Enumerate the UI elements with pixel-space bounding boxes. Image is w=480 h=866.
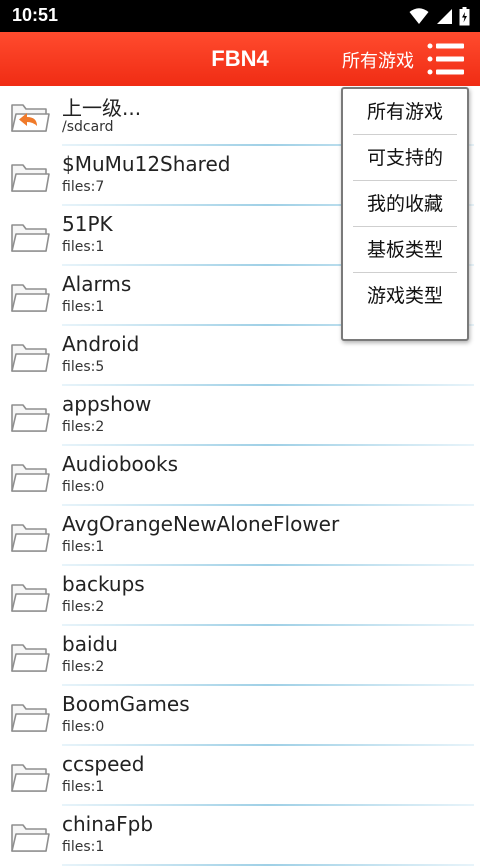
folder-name: backups bbox=[62, 572, 145, 596]
folder-icon bbox=[10, 398, 50, 434]
folder-up-icon bbox=[10, 98, 50, 134]
status-bar: 10:51 bbox=[0, 0, 480, 32]
folder-name: 上一级... bbox=[62, 96, 142, 120]
folder-name: $MuMu12Shared bbox=[62, 152, 231, 176]
filter-dropdown-menu: 所有游戏可支持的我的收藏基板类型游戏类型 bbox=[341, 87, 469, 341]
menu-item-1[interactable]: 所有游戏 bbox=[343, 89, 467, 135]
folder-name: baidu bbox=[62, 632, 118, 656]
menu-item-5[interactable]: 游戏类型 bbox=[343, 273, 467, 319]
folder-icon bbox=[10, 758, 50, 794]
folder-file-count: files:1 bbox=[62, 779, 105, 795]
menu-icon[interactable] bbox=[426, 41, 466, 77]
folder-name: Audiobooks bbox=[62, 452, 179, 476]
folder-file-count: files:2 bbox=[62, 599, 105, 615]
folder-icon bbox=[10, 818, 50, 854]
menu-item-label: 我的收藏 bbox=[366, 193, 443, 215]
folder-icon bbox=[10, 578, 50, 614]
folder-icon bbox=[10, 218, 50, 254]
menu-item-label: 游戏类型 bbox=[366, 285, 443, 307]
folder-name: AvgOrangeNewAloneFlower bbox=[62, 512, 340, 536]
folder-name: 51PK bbox=[62, 212, 113, 236]
folder-name: Alarms bbox=[62, 272, 132, 296]
battery-icon bbox=[459, 6, 470, 25]
folder-file-count: files:7 bbox=[62, 179, 105, 195]
file-list-item[interactable]: baidu files:2 bbox=[0, 626, 480, 686]
status-icons bbox=[409, 6, 470, 26]
folder-name: BoomGames bbox=[62, 692, 190, 716]
game-filter-button[interactable]: 所有游戏 bbox=[342, 47, 414, 73]
folder-icon bbox=[10, 338, 50, 374]
file-list-item[interactable]: BoomGames files:0 bbox=[0, 686, 480, 746]
folder-name: ccspeed bbox=[62, 752, 145, 776]
folder-file-count: files:1 bbox=[62, 299, 105, 315]
menu-item-label: 所有游戏 bbox=[366, 101, 443, 123]
folder-file-count: files:1 bbox=[62, 239, 105, 255]
menu-item-label: 基板类型 bbox=[366, 239, 443, 261]
app-bar: FBN4 所有游戏 bbox=[0, 32, 480, 86]
status-time: 10:51 bbox=[12, 5, 59, 25]
folder-name: chinaFpb bbox=[62, 812, 154, 836]
folder-icon bbox=[10, 638, 50, 674]
menu-item-2[interactable]: 可支持的 bbox=[343, 135, 467, 181]
file-list-item[interactable]: appshow files:2 bbox=[0, 386, 480, 446]
folder-file-count: files:2 bbox=[62, 659, 105, 675]
file-list-item[interactable]: ccspeed files:1 bbox=[0, 746, 480, 806]
folder-file-count: files:5 bbox=[62, 359, 105, 375]
signal-icon bbox=[437, 9, 452, 24]
folder-name: Android bbox=[62, 332, 140, 356]
folder-icon bbox=[10, 458, 50, 494]
folder-file-count: files:0 bbox=[62, 719, 105, 735]
folder-file-count: files:0 bbox=[62, 479, 105, 495]
file-list-item[interactable]: backups files:2 bbox=[0, 566, 480, 626]
folder-name: appshow bbox=[62, 392, 152, 416]
folder-path: /sdcard bbox=[62, 119, 114, 135]
folder-icon bbox=[10, 278, 50, 314]
wifi-icon bbox=[409, 8, 429, 24]
folder-file-count: files:1 bbox=[62, 539, 105, 555]
folder-icon bbox=[10, 698, 50, 734]
folder-file-count: files:2 bbox=[62, 419, 105, 435]
menu-item-4[interactable]: 基板类型 bbox=[343, 227, 467, 273]
menu-item-label: 可支持的 bbox=[366, 147, 443, 169]
file-list-item[interactable]: Audiobooks files:0 bbox=[0, 446, 480, 506]
menu-item-3[interactable]: 我的收藏 bbox=[343, 181, 467, 227]
file-list-item[interactable]: chinaFpb files:1 bbox=[0, 806, 480, 866]
folder-icon bbox=[10, 518, 50, 554]
file-list-item[interactable]: AvgOrangeNewAloneFlower files:1 bbox=[0, 506, 480, 566]
folder-icon bbox=[10, 158, 50, 194]
